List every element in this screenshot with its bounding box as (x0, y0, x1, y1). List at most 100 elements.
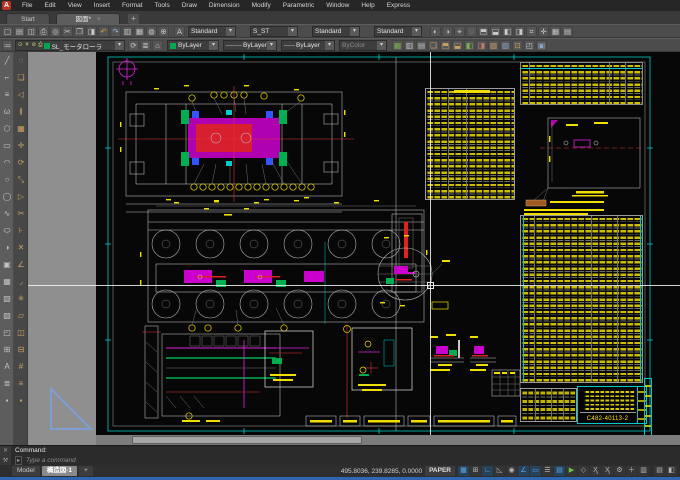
status-toggle-icon[interactable]: ◇ (578, 466, 589, 476)
draw-tool-icon[interactable]: ▦ (0, 273, 14, 290)
coordinates-display[interactable]: 495.8036, 239.8285, 0.0000 (341, 468, 422, 475)
draw-tool-icon[interactable]: ▪ (0, 392, 14, 409)
toolbar-icon[interactable]: ⬒ (478, 26, 489, 37)
draw-tool-icon[interactable]: ⬡ (0, 120, 14, 137)
menu-item[interactable]: Insert (88, 0, 116, 11)
modify-tool-icon[interactable]: ▪ (14, 392, 28, 409)
toolbar-icon[interactable]: ⌗ (526, 26, 537, 37)
status-toggle-icon[interactable]: ◧ (666, 466, 677, 476)
toolbar-icon[interactable]: ↶ (98, 26, 109, 37)
layer-tool-icon[interactable]: ≣ (140, 40, 151, 51)
modify-tool-icon[interactable]: ◁ (14, 86, 28, 103)
status-toggle-icon[interactable]: ▶ (566, 466, 577, 476)
modify-tool-icon[interactable]: ▦ (14, 120, 28, 137)
close-icon[interactable]: ✕ (0, 446, 11, 456)
modify-tool-icon[interactable]: ▱ (14, 307, 28, 324)
modify-tool-icon[interactable]: ⤡ (14, 171, 28, 188)
tab-start[interactable]: Start (6, 13, 50, 24)
toolbar-icon[interactable]: ↷ (110, 26, 121, 37)
status-toggle-icon[interactable]: ▭ (530, 466, 541, 476)
draw-tool-icon[interactable]: ▨ (0, 307, 14, 324)
toolbar-icon[interactable]: ⬓ (452, 40, 463, 51)
toolbar-icon[interactable]: ⬒ (440, 40, 451, 51)
modify-tool-icon[interactable]: ◌ (14, 52, 28, 69)
paper-model-toggle[interactable]: PAPER (425, 466, 455, 476)
modify-tool-icon[interactable]: ✂ (14, 205, 28, 222)
layout-tab[interactable]: 構造図-1 (42, 466, 77, 476)
menu-item[interactable]: Modify (246, 0, 277, 11)
menu-item[interactable]: Express (381, 0, 416, 11)
toolbar-icon[interactable]: ⌖ (454, 26, 465, 37)
toolbar-icon[interactable]: ◌ (466, 26, 477, 37)
draw-tool-icon[interactable]: ∿ (0, 205, 14, 222)
toolbar-icon[interactable]: ✛ (538, 26, 549, 37)
status-toggle-icon[interactable]: ∟ (482, 466, 493, 476)
toolbar-icon[interactable]: ◧ (464, 40, 475, 51)
draw-tool-icon[interactable]: ≣ (0, 375, 14, 392)
plot-style-dropdown[interactable]: ByColor▾ (339, 40, 387, 51)
status-toggle-icon[interactable]: ⚙ (614, 466, 625, 476)
toolbar-icon[interactable]: ▥ (122, 26, 133, 37)
draw-tool-icon[interactable]: ▭ (0, 137, 14, 154)
draw-tool-icon[interactable]: ╱ (0, 52, 14, 69)
draw-tool-icon[interactable]: ω (0, 103, 14, 120)
new-tab-button[interactable]: + (128, 14, 139, 24)
menu-item[interactable]: Tools (149, 0, 176, 11)
toolbar-icon[interactable]: ✂ (62, 26, 73, 37)
toolbar-icon[interactable]: ▦ (550, 26, 561, 37)
menu-item[interactable]: Draw (176, 0, 203, 11)
modify-tool-icon[interactable]: ◞ (14, 273, 28, 290)
menu-item[interactable]: Help (355, 0, 380, 11)
toolbar-icon[interactable]: ◧ (502, 26, 513, 37)
menu-item[interactable]: Edit (38, 0, 61, 11)
status-toggle-icon[interactable]: Ӽ (590, 466, 601, 476)
draw-tool-icon[interactable]: ○ (0, 171, 14, 188)
model-tab[interactable]: Model (12, 466, 40, 476)
toolbar-icon[interactable]: ⎙ (38, 26, 49, 37)
toolbar-icon[interactable]: ◨ (476, 40, 487, 51)
draw-tool-icon[interactable]: ▧ (0, 290, 14, 307)
scrollbar-thumb[interactable] (132, 436, 362, 444)
draw-tool-icon[interactable]: ▣ (0, 256, 14, 273)
toolbar-icon[interactable]: ▦ (392, 40, 403, 51)
dim-style-dropdown[interactable]: Standard▾ (312, 26, 360, 37)
toolbar-icon[interactable]: ◰ (524, 40, 535, 51)
modify-tool-icon[interactable]: ⟳ (14, 154, 28, 171)
close-icon[interactable]: × (97, 17, 101, 23)
modify-tool-icon[interactable]: ✕ (14, 239, 28, 256)
modify-tool-icon[interactable]: ≡ (14, 375, 28, 392)
toolbar-icon[interactable]: ◨ (514, 26, 525, 37)
drawing-canvas[interactable]: C482-40113-2 (28, 52, 680, 445)
toolbar-icon[interactable]: ◫ (26, 26, 37, 37)
draw-tool-icon[interactable]: ⊞ (0, 341, 14, 358)
status-toggle-icon[interactable]: ☰ (542, 466, 553, 476)
modify-tool-icon[interactable]: ⊟ (14, 341, 28, 358)
modify-tool-icon[interactable]: ❏ (14, 69, 28, 86)
toolbar-icon[interactable]: ▤ (14, 26, 25, 37)
horizontal-scrollbar[interactable] (96, 435, 680, 445)
layer-tool-icon[interactable]: ⌂ (152, 40, 163, 51)
linetype-dropdown[interactable]: ——— ByLayer▾ (223, 40, 277, 51)
toolbar-icon[interactable]: ▤ (562, 26, 573, 37)
toolbar-icon[interactable]: ⊡ (512, 40, 523, 51)
status-toggle-icon[interactable]: ⊞ (470, 466, 481, 476)
menu-item[interactable]: File (16, 0, 38, 11)
status-toggle-icon[interactable]: ▦ (458, 466, 469, 476)
draw-tool-icon[interactable]: ⌐ (0, 69, 14, 86)
toolbar-icon[interactable]: ▣ (536, 40, 547, 51)
toolbar-icon[interactable]: ▧ (488, 40, 499, 51)
toolbar-icon[interactable]: ⬓ (490, 26, 501, 37)
toolbar-icon[interactable]: ◑ (442, 26, 453, 37)
toolbar-icon[interactable]: ▦ (134, 26, 145, 37)
modify-tool-icon[interactable]: ⊦ (14, 222, 28, 239)
style-icon[interactable]: A (174, 26, 185, 37)
toolbar-icon[interactable]: ⊕ (158, 26, 169, 37)
modify-tool-icon[interactable]: ▷ (14, 188, 28, 205)
status-toggle-icon[interactable]: ▥ (638, 466, 649, 476)
draw-tool-icon[interactable]: ⬭ (0, 222, 14, 239)
modify-tool-icon[interactable]: ✛ (14, 137, 28, 154)
modify-tool-icon[interactable]: ✳ (14, 290, 28, 307)
new-layout-button[interactable]: + (79, 466, 93, 476)
menu-item[interactable]: Window (320, 0, 355, 11)
modify-tool-icon[interactable]: ≬ (14, 103, 28, 120)
